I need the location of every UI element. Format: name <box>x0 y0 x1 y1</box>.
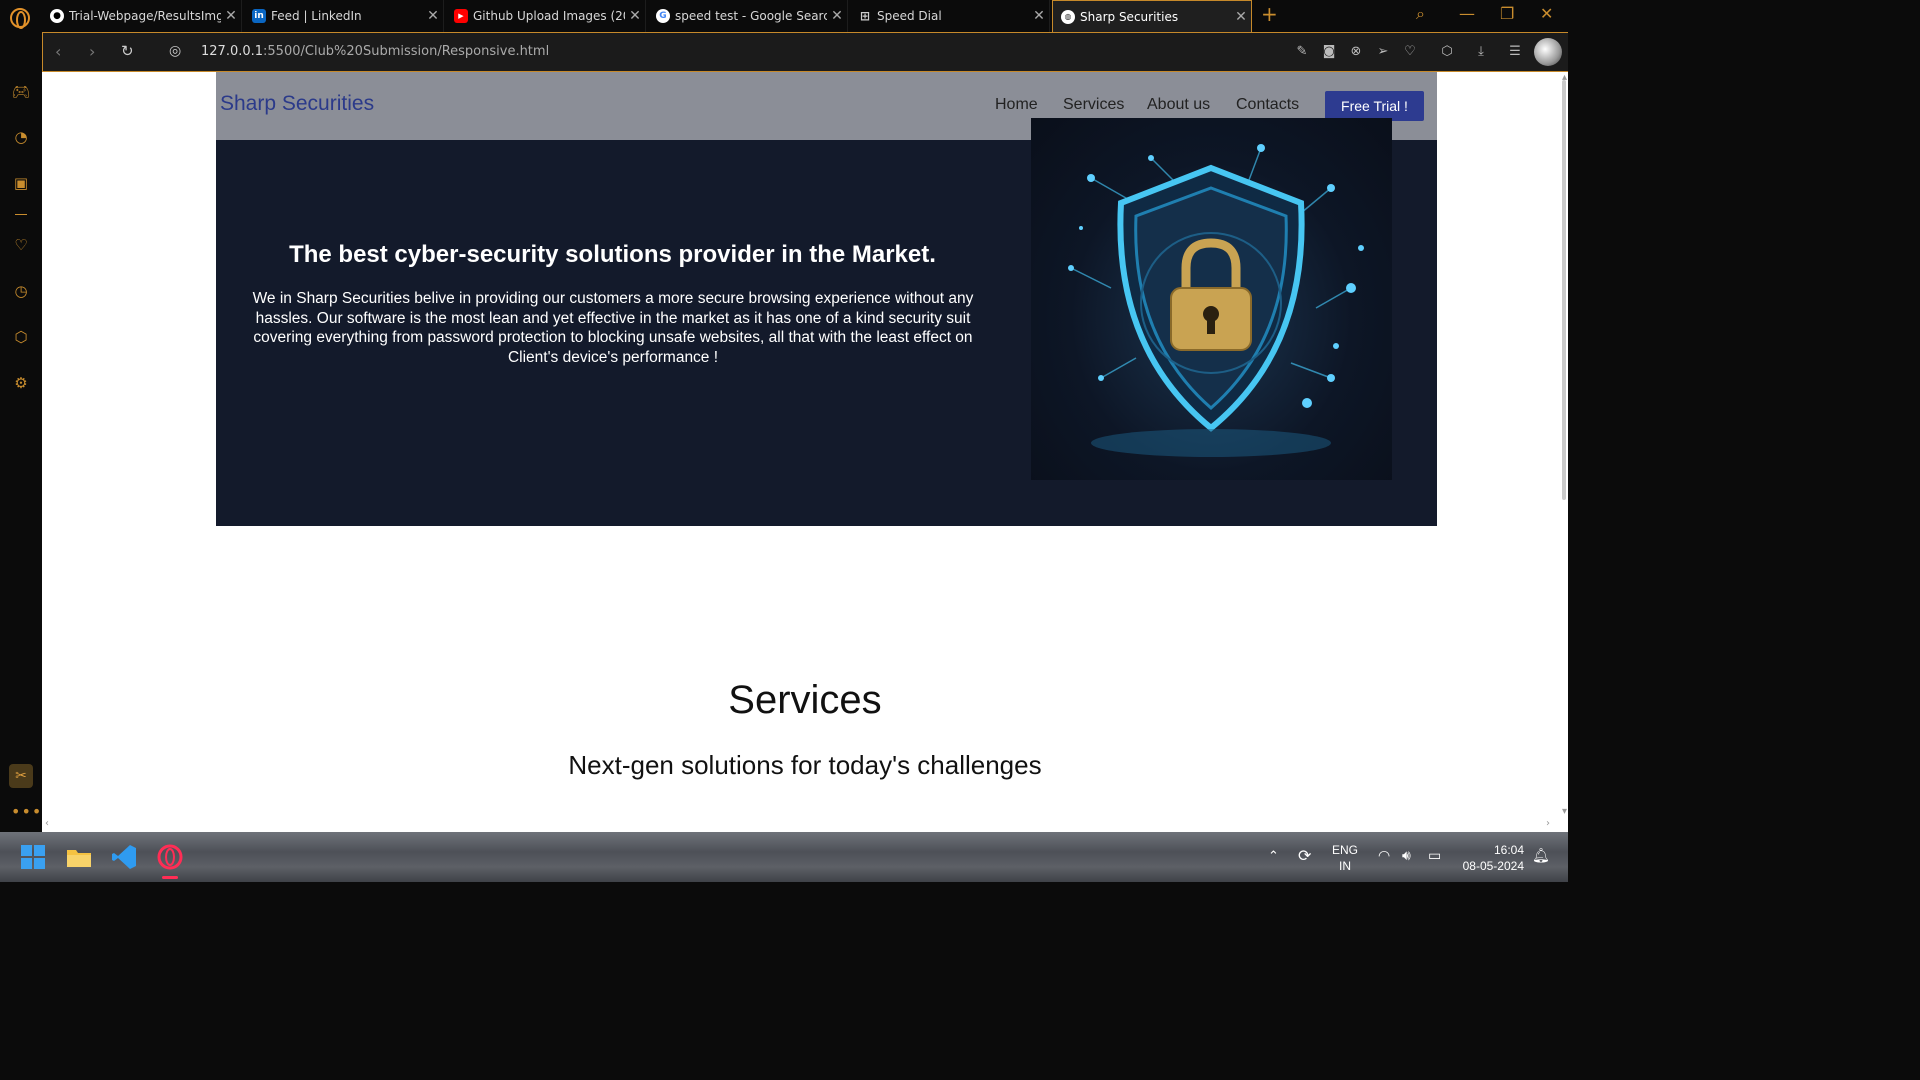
close-icon[interactable]: ✕ <box>625 8 645 24</box>
close-icon[interactable]: ✕ <box>1231 9 1251 25</box>
windows-start-icon[interactable] <box>20 844 46 870</box>
more-dots-icon[interactable]: ••• <box>11 802 42 821</box>
opera-gx-icon[interactable] <box>157 844 183 870</box>
reload-icon[interactable]: ↻ <box>121 42 134 60</box>
tab-title: Github Upload Images (20 <box>473 9 625 23</box>
site-info-icon[interactable]: ◎ <box>169 43 181 59</box>
extensions-cube-icon[interactable]: ⬡ <box>1438 43 1456 61</box>
hero-section: The best cyber-security solutions provid… <box>216 118 1437 526</box>
nav-services-link[interactable]: Services <box>1063 96 1124 114</box>
back-icon[interactable]: ‹ <box>55 42 61 61</box>
speed-dial-icon: ⊞ <box>859 9 871 23</box>
scroll-down-icon[interactable]: ▾ <box>1562 806 1567 817</box>
services-heading: Services <box>728 678 882 722</box>
language-indicator[interactable]: ENG IN <box>1332 842 1358 874</box>
tab-sharp-securities[interactable]: ◍ Sharp Securities ✕ <box>1052 0 1252 32</box>
site-container: Sharp Securities Home Services About us … <box>216 72 1437 526</box>
easy-setup-icon[interactable]: ☰ <box>1506 43 1524 61</box>
tab-speed-dial[interactable]: ⊞ Speed Dial ✕ <box>850 0 1050 32</box>
sidebar: 🎮︎ ◔ ▣ ♡ ◷ ⬡ ⚙ ✂ ••• <box>0 32 42 832</box>
sidebar-divider <box>15 214 27 215</box>
scroll-right-icon[interactable]: › <box>1546 818 1550 829</box>
tab-title: Sharp Securities <box>1080 9 1179 24</box>
tab-bar: ● Trial-Webpage/ResultsImg ✕ in Feed | L… <box>0 0 1568 32</box>
ad-block-icon[interactable]: ⊗ <box>1347 43 1365 61</box>
download-icon[interactable]: ⤓ <box>1472 43 1490 61</box>
close-icon[interactable]: ✕ <box>1029 8 1049 24</box>
url-path: :5500/Club%20Submission/Responsive.html <box>263 44 550 59</box>
speedometer-icon[interactable]: ◔ <box>11 127 31 147</box>
nav-contacts-link[interactable]: Contacts <box>1236 96 1299 114</box>
new-tab-button[interactable]: + <box>1261 2 1278 26</box>
profile-avatar[interactable] <box>1534 38 1562 66</box>
snapshot-icon[interactable]: ◙ <box>1320 43 1338 61</box>
nav-home-link[interactable]: Home <box>995 96 1038 114</box>
clock[interactable]: 16:04 08-05-2024 <box>1456 842 1524 874</box>
tray-chevron-icon[interactable]: ⌃ <box>1268 848 1279 864</box>
url-field[interactable]: 127.0.0.1:5500/Club%20Submission/Respons… <box>201 44 549 59</box>
free-trial-button[interactable]: Free Trial ! <box>1325 91 1424 121</box>
battery-icon[interactable]: ▭ <box>1428 847 1441 864</box>
tab-title: Feed | LinkedIn <box>271 9 362 23</box>
history-clock-icon[interactable]: ◷ <box>11 281 31 301</box>
extension-pinned-icon[interactable]: ✂ <box>9 764 33 788</box>
scroll-up-icon[interactable]: ▴ <box>1562 72 1567 83</box>
linkedin-icon: in <box>252 9 266 23</box>
gx-corner-icon[interactable]: ▣ <box>11 173 31 193</box>
tab-google[interactable]: G speed test - Google Search ✕ <box>648 0 848 32</box>
volume-icon[interactable]: 🔊︎ <box>1402 847 1411 864</box>
tab-github[interactable]: ● Trial-Webpage/ResultsImg ✕ <box>42 0 242 32</box>
youtube-icon: ▶ <box>454 9 468 23</box>
url-host: 127.0.0.1 <box>201 44 264 59</box>
tab-title: speed test - Google Search <box>675 9 827 23</box>
favorites-heart-icon[interactable]: ♡ <box>11 235 31 255</box>
brand-logo-text[interactable]: Sharp Securities <box>220 92 374 116</box>
shield-lock-icon <box>1068 144 1364 457</box>
google-icon: G <box>656 9 670 23</box>
gx-controls-icon[interactable]: 🎮︎ <box>11 82 31 102</box>
file-explorer-icon[interactable] <box>66 844 92 870</box>
close-icon[interactable]: ✕ <box>221 8 241 24</box>
hero-description: We in Sharp Securities belive in providi… <box>252 290 974 366</box>
forward-icon[interactable]: › <box>89 42 95 61</box>
heart-icon[interactable]: ♡ <box>1401 43 1419 61</box>
settings-gear-icon[interactable]: ⚙ <box>11 373 31 393</box>
tab-youtube[interactable]: ▶ Github Upload Images (20 ✕ <box>446 0 646 32</box>
minimize-icon[interactable]: — <box>1459 4 1475 23</box>
active-app-indicator <box>162 876 178 879</box>
close-icon[interactable]: ✕ <box>827 8 847 24</box>
tab-title: Trial-Webpage/ResultsImg <box>69 9 221 23</box>
vscode-icon[interactable] <box>111 844 137 870</box>
services-subheading: Next-gen solutions for today's challenge… <box>568 750 1042 780</box>
hero-title: The best cyber-security solutions provid… <box>289 241 936 268</box>
lang-top: ENG <box>1332 843 1359 857</box>
clock-time: 16:04 <box>1493 843 1524 857</box>
window-close-icon[interactable]: ✕ <box>1540 4 1553 23</box>
lang-bottom: IN <box>1339 859 1351 873</box>
scroll-left-icon[interactable]: ‹ <box>45 818 49 829</box>
hero-shield-lock-image <box>1031 118 1392 480</box>
restore-icon[interactable]: ❐ <box>1500 4 1514 23</box>
page-viewport: Sharp Securities Home Services About us … <box>42 72 1568 832</box>
search-tabs-icon[interactable]: ⌕ <box>1416 4 1425 24</box>
tab-linkedin[interactable]: in Feed | LinkedIn ✕ <box>244 0 444 32</box>
wifi-icon[interactable]: ◠ <box>1378 847 1390 864</box>
vertical-scrollbar[interactable] <box>1562 80 1566 500</box>
globe-icon: ◍ <box>1061 9 1075 24</box>
tab-title: Speed Dial <box>877 9 942 23</box>
clock-date: 08-05-2024 <box>1462 859 1524 873</box>
address-bar: ‹ › ↻ ◎ 127.0.0.1:5500/Club%20Submission… <box>42 32 1568 72</box>
notification-bell-icon[interactable]: 🔔︎ <box>1532 847 1550 864</box>
extensions-box-icon[interactable]: ⬡ <box>11 327 31 347</box>
windows-taskbar: ⌃ ⟳ ENG IN ◠ 🔊︎ ▭ 16:04 08-05-2024 🔔︎ <box>0 832 1568 882</box>
opera-logo-icon[interactable] <box>10 8 30 29</box>
send-icon[interactable]: ➢ <box>1374 43 1392 61</box>
nav-about-link[interactable]: About us <box>1147 96 1210 114</box>
close-icon[interactable]: ✕ <box>423 8 443 24</box>
github-icon: ● <box>50 9 64 23</box>
edit-icon[interactable]: ✎ <box>1293 43 1311 61</box>
sync-icon[interactable]: ⟳ <box>1298 846 1311 866</box>
